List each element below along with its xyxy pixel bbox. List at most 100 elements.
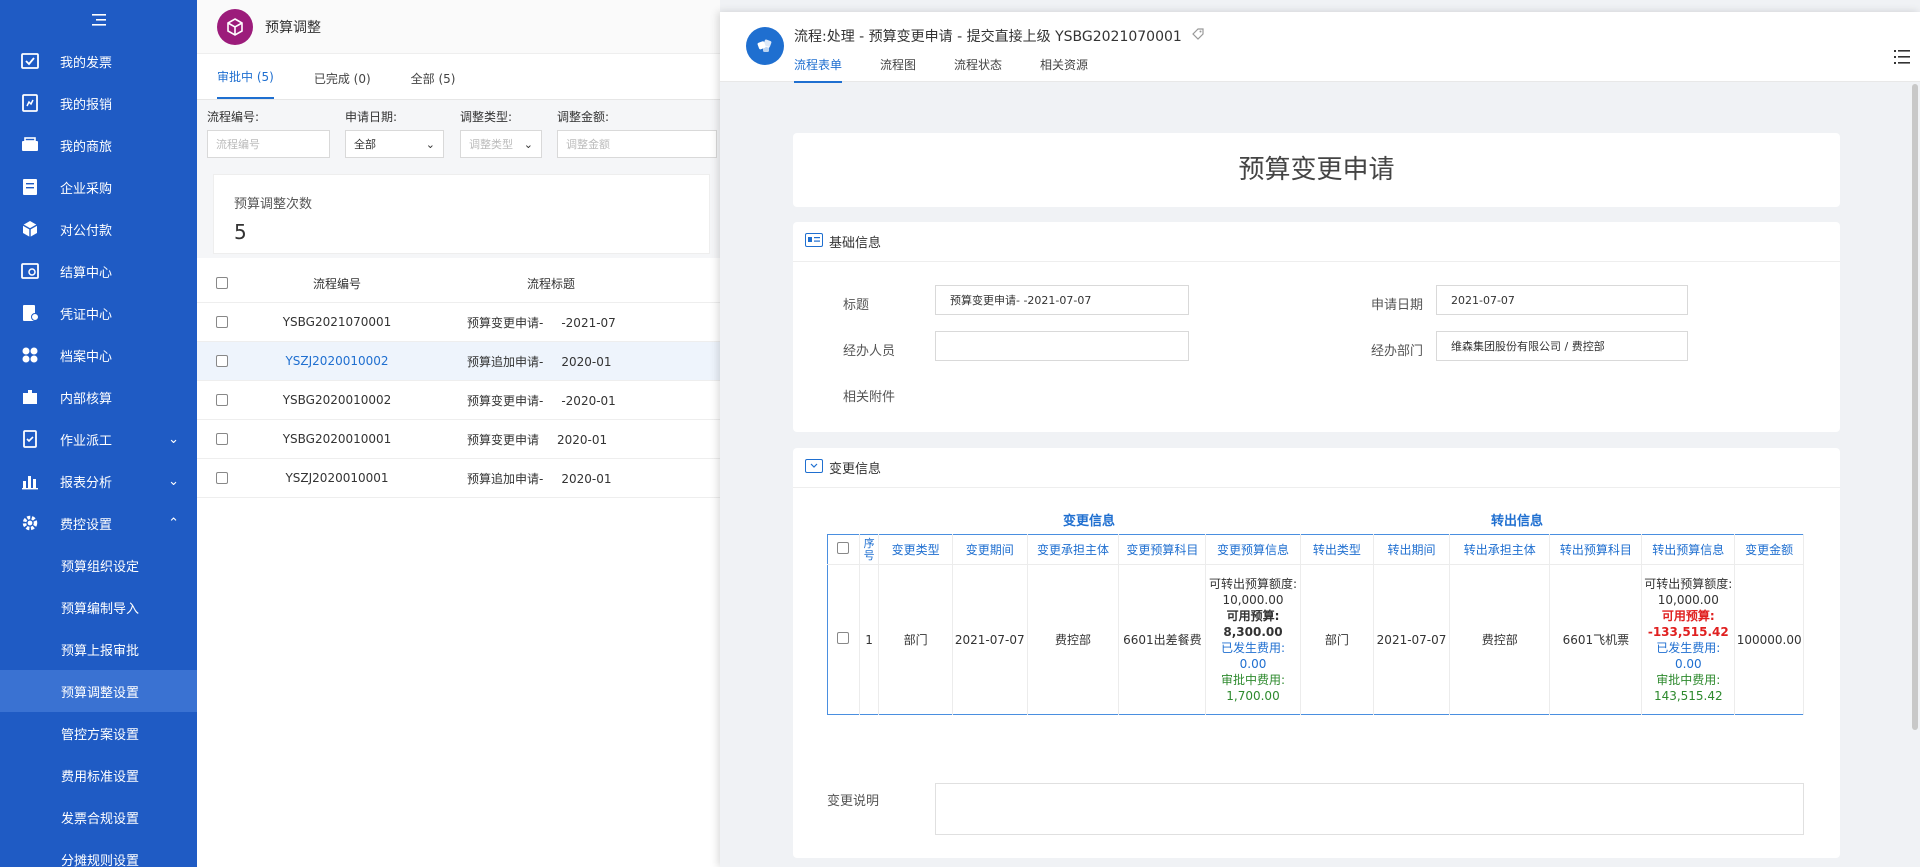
row-title-text: 预算变更申请 xyxy=(467,432,540,447)
table-row[interactable]: YSZJ2020010002 预算追加申请- 2020-01 xyxy=(197,342,720,381)
row-title: 预算追加申请- 2020-01 xyxy=(427,470,720,487)
row-checkbox[interactable] xyxy=(216,472,228,484)
table-row[interactable]: YSBG2021070001 预算变更申请- -2021-07 xyxy=(197,303,720,342)
sidebar-subitem-4[interactable]: 管控方案设置 xyxy=(0,712,197,754)
tab-flow-chart[interactable]: 流程图 xyxy=(880,56,916,83)
adjust-count-value: 5 xyxy=(234,220,247,244)
table-row[interactable]: YSBG2020010002 预算变更申请- -2020-01 xyxy=(197,381,720,420)
row-code[interactable]: YSBG2020010002 xyxy=(247,393,427,407)
menu-toggle[interactable] xyxy=(0,0,197,40)
sidebar-item-8[interactable]: 内部核算 xyxy=(0,376,197,418)
vertical-scrollbar[interactable] xyxy=(1912,84,1918,730)
row-title: 预算变更申请 2020-01 xyxy=(427,431,720,448)
change-note-field[interactable] xyxy=(935,783,1804,835)
dept-field[interactable]: 维森集团股份有限公司 / 费控部 xyxy=(1436,331,1688,361)
archive-icon xyxy=(20,345,40,365)
th-no: 序号 xyxy=(859,534,880,565)
sidebar-item-10[interactable]: 报表分析 ⌄ xyxy=(0,460,197,502)
tab-flow-status[interactable]: 流程状态 xyxy=(954,56,1002,83)
tab-all[interactable]: 全部 (5) xyxy=(411,70,456,99)
sidebar-item-3[interactable]: 企业采购 xyxy=(0,166,197,208)
sidebar-item-label: 对公付款 xyxy=(60,223,113,239)
row-code[interactable]: YSBG2021070001 xyxy=(247,315,427,329)
select-all-checkbox[interactable] xyxy=(216,277,228,289)
settlement-icon xyxy=(20,261,40,281)
sidebar-item-4[interactable]: 对公付款 xyxy=(0,208,197,250)
sidebar-item-5[interactable]: 结算中心 xyxy=(0,250,197,292)
travel-icon xyxy=(20,135,40,155)
row-out-period: 2021-07-07 xyxy=(1373,564,1451,715)
type-filter-select[interactable]: 调整类型 ⌄ xyxy=(460,130,542,158)
sidebar-item-0[interactable]: 我的发票 xyxy=(0,40,197,82)
row-checkbox[interactable] xyxy=(216,316,228,328)
group-out-label: 转出信息 xyxy=(1491,514,1544,529)
row-checkbox[interactable] xyxy=(216,394,228,406)
amount-filter-label: 调整金额: xyxy=(557,110,610,124)
tag-icon[interactable] xyxy=(1191,28,1204,44)
sidebar-subitem-5[interactable]: 费用标准设置 xyxy=(0,754,197,796)
sidebar-subitem-7[interactable]: 分摊规则设置 xyxy=(0,838,197,867)
row-code[interactable]: YSBG2020010001 xyxy=(247,432,427,446)
sidebar-item-11[interactable]: 费控设置 ⌃ xyxy=(0,502,197,544)
tab-related-resources[interactable]: 相关资源 xyxy=(1040,56,1088,83)
sidebar-item-label: 结算中心 xyxy=(60,265,113,281)
th-amount: 变更金额 xyxy=(1734,534,1804,565)
row-info: 可转出预算额度: 10,000.00 可用预算: 8,300.00 已发生费用:… xyxy=(1205,564,1301,715)
sidebar-item-label: 凭证中心 xyxy=(60,307,113,323)
type-filter-value: 调整类型 xyxy=(469,138,513,151)
row-code[interactable]: YSZJ2020010001 xyxy=(247,471,427,485)
row-no: 1 xyxy=(859,564,880,715)
sidebar-item-1[interactable]: 我的报销 xyxy=(0,82,197,124)
sidebar-item-6[interactable]: 凭证中心 xyxy=(0,292,197,334)
out-spent: 已发生费用: 0.00 xyxy=(1656,640,1721,671)
tab-completed[interactable]: 已完成 (0) xyxy=(314,70,371,99)
sidebar-item-9[interactable]: 作业派工 ⌄ xyxy=(0,418,197,460)
amount-filter-input[interactable]: 调整金额 xyxy=(557,130,717,158)
th-change-account: 变更预算科目 xyxy=(1118,534,1207,565)
table-row[interactable]: YSBG2020010001 预算变更申请 2020-01 xyxy=(197,420,720,459)
date-filter-select[interactable]: 全部 ⌄ xyxy=(345,130,444,158)
dept-label: 经办部门 xyxy=(1371,344,1424,359)
row-type: 部门 xyxy=(878,564,953,715)
process-title: 流程:处理 - 预算变更申请 - 提交直接上级 YSBG2021070001 xyxy=(794,29,1182,45)
sidebar-item-label: 作业派工 xyxy=(60,433,113,449)
sidebar-subitem-1[interactable]: 预算编制导入 xyxy=(0,586,197,628)
tab-process-form[interactable]: 流程表单 xyxy=(794,56,843,83)
table-row: 1 部门 2021-07-07 费控部 6601出差餐费 可转出预算额度: 10… xyxy=(827,564,1804,715)
sidebar-subitem-2[interactable]: 预算上报审批 xyxy=(0,628,197,670)
row-checkbox[interactable] xyxy=(837,631,850,644)
list-menu-icon[interactable] xyxy=(1894,50,1910,67)
th-change-type: 变更类型 xyxy=(878,534,953,565)
row-subject: 费控部 xyxy=(1027,564,1120,715)
sidebar-subitem-3[interactable]: 预算调整设置 xyxy=(0,670,197,712)
row-checkbox[interactable] xyxy=(216,433,228,445)
sidebar-subitem-6[interactable]: 发票合规设置 xyxy=(0,796,197,838)
table-row[interactable]: YSZJ2020010001 预算追加申请- 2020-01 xyxy=(197,459,720,498)
handler-field[interactable] xyxy=(935,331,1189,361)
row-out-subject: 费控部 xyxy=(1449,564,1551,715)
sidebar-item-7[interactable]: 档案中心 xyxy=(0,334,197,376)
reimburse-icon xyxy=(20,93,40,113)
row-out-type: 部门 xyxy=(1300,564,1375,715)
sidebar-item-2[interactable]: 我的商旅 xyxy=(0,124,197,166)
chevron-down-icon: ⌄ xyxy=(425,137,435,151)
row-checkbox[interactable] xyxy=(216,355,228,367)
row-code[interactable]: YSZJ2020010002 xyxy=(247,354,427,368)
folder-icon xyxy=(805,458,823,477)
table-select-all-checkbox[interactable] xyxy=(837,542,850,554)
form-title: 预算变更申请 xyxy=(1238,155,1395,185)
adjust-count-card: 预算调整次数 5 xyxy=(213,174,710,254)
chevron-down-icon: ⌄ xyxy=(523,137,533,151)
title-field[interactable]: 预算变更申请- -2021-07-07 xyxy=(935,285,1189,315)
code-filter-input[interactable]: 流程编号 xyxy=(207,130,330,158)
type-filter-label: 调整类型: xyxy=(460,110,513,124)
change-detail-table: 序号 变更类型 变更期间 变更承担主体 变更预算科目 变更预算信息 转出类型 转… xyxy=(827,534,1804,715)
row-title-date: -2021-07 xyxy=(561,315,616,330)
th-change-subject: 变更承担主体 xyxy=(1027,534,1120,565)
tab-pending[interactable]: 审批中 (5) xyxy=(217,68,274,99)
row-title-text: 预算变更申请- xyxy=(467,393,544,408)
info-approving: 审批中费用: 1,700.00 xyxy=(1220,672,1285,703)
apply-date-field[interactable]: 2021-07-07 xyxy=(1436,285,1688,315)
sidebar-item-label: 档案中心 xyxy=(60,349,113,365)
sidebar-subitem-0[interactable]: 预算组织设定 xyxy=(0,544,197,586)
